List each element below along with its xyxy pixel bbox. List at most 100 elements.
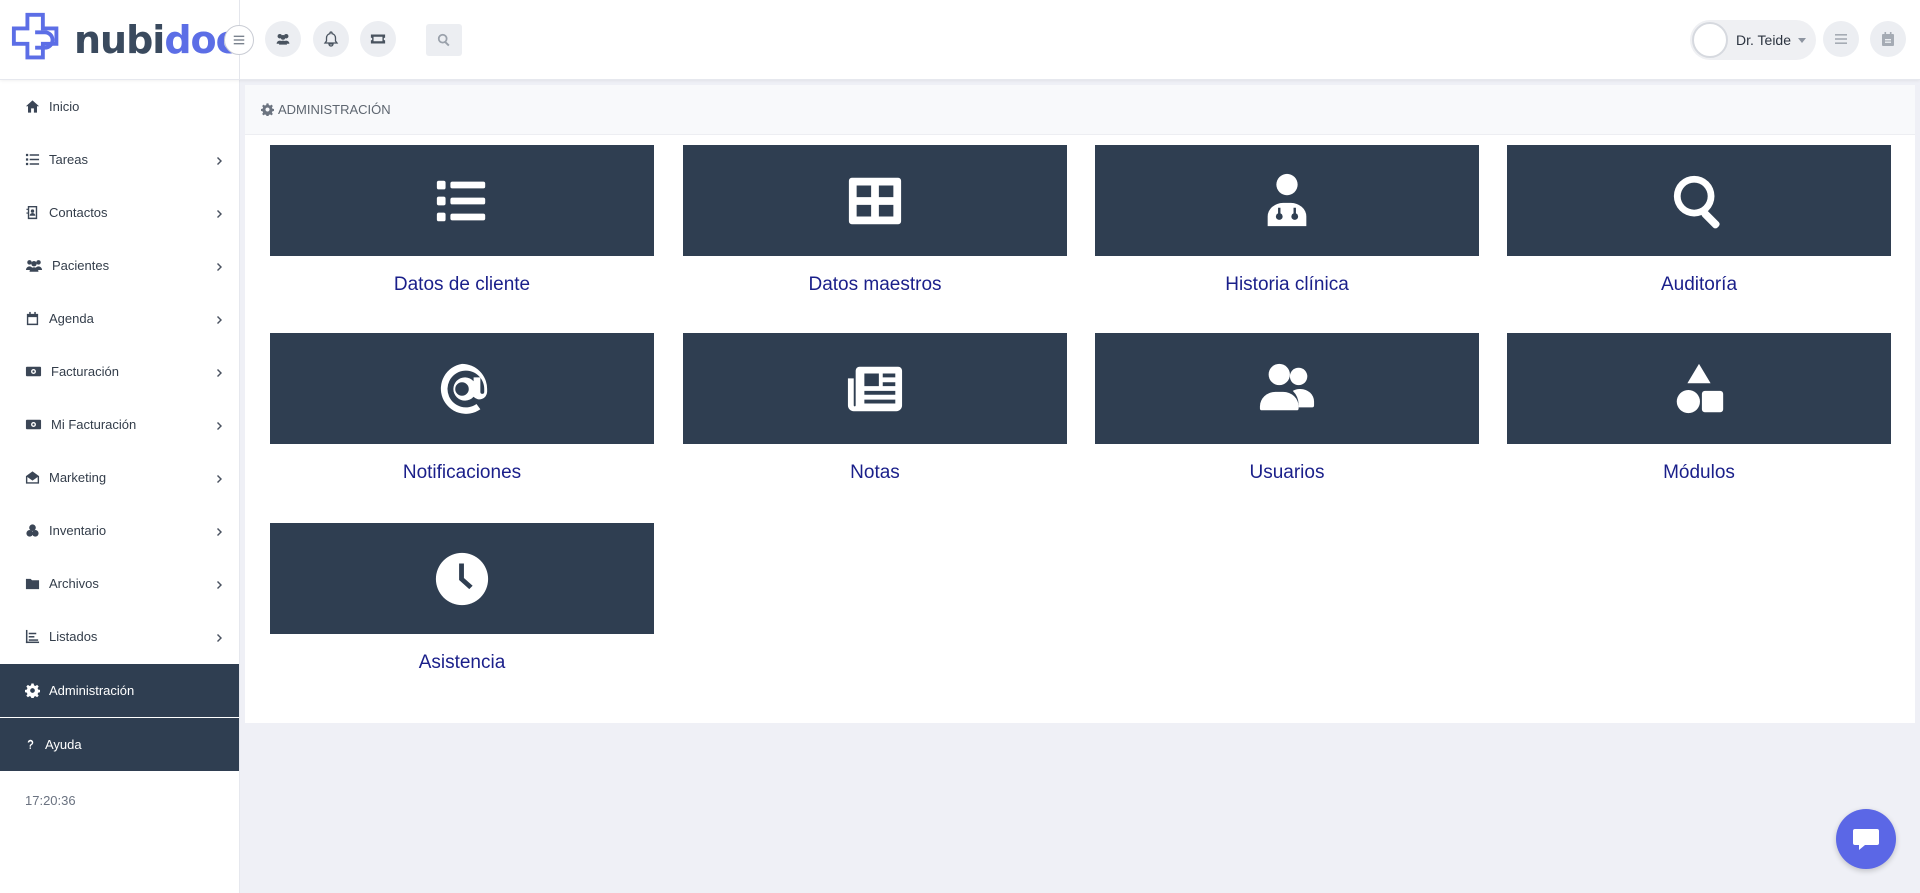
- sidebar-item-label: Tareas: [49, 152, 89, 167]
- tile-notificaciones[interactable]: Notificaciones: [270, 333, 654, 484]
- list-menu-button[interactable]: [1823, 21, 1859, 57]
- chevron-right-icon: [215, 260, 225, 271]
- calendar-icon: [1882, 32, 1894, 46]
- chat-icon: [1853, 829, 1879, 850]
- chevron-right-icon: [215, 472, 225, 483]
- tile-notas[interactable]: Notas: [683, 333, 1067, 484]
- chat-button[interactable]: [1836, 809, 1896, 869]
- user-menu[interactable]: Dr. Teide: [1690, 20, 1816, 60]
- tile-historia-clinica[interactable]: Historia clínica: [1095, 145, 1479, 296]
- tile-icon-box: [1507, 145, 1891, 256]
- sidebar-item-contactos[interactable]: Contactos: [0, 186, 239, 239]
- tickets-button[interactable]: [360, 21, 396, 57]
- at-icon: [440, 363, 488, 414]
- sidebar-item-label: Listados: [49, 629, 98, 644]
- users-icon: [276, 33, 290, 45]
- sidebar: Inicio Tareas Contactos Pacientes Agenda…: [0, 80, 240, 893]
- table-icon: [848, 177, 902, 224]
- tile-datos-maestros[interactable]: Datos maestros: [683, 145, 1067, 296]
- list-icon: [436, 180, 486, 221]
- tile-icon-box: [1507, 333, 1891, 444]
- tile-icon-box: [683, 145, 1067, 256]
- chart-icon: [25, 629, 40, 644]
- sidebar-item-listados[interactable]: Listados: [0, 610, 239, 663]
- sidebar-item-label: Administración: [49, 683, 135, 698]
- breadcrumb-label: ADMINISTRACIÓN: [278, 102, 391, 117]
- sidebar-item-label: Mi Facturación: [51, 417, 137, 432]
- search-icon: [1673, 175, 1720, 228]
- tile-label: Notas: [850, 462, 900, 483]
- boxes-icon: [26, 524, 39, 537]
- address-book-icon: [26, 205, 38, 220]
- chevron-right-icon: [215, 578, 225, 589]
- chevron-right-icon: [215, 419, 225, 430]
- sidebar-item-mi-facturacion[interactable]: Mi Facturación: [0, 398, 239, 451]
- sidebar-item-label: Facturación: [51, 364, 119, 379]
- top-bar: nubidoc Dr. Teide: [0, 0, 1920, 80]
- tile-auditoria[interactable]: Auditoría: [1507, 145, 1891, 296]
- search-icon: [437, 33, 450, 47]
- sidebar-item-inicio[interactable]: Inicio: [0, 80, 239, 133]
- logo[interactable]: nubidoc: [10, 8, 240, 72]
- sidebar-item-marketing[interactable]: Marketing: [0, 451, 239, 504]
- sidebar-item-agenda[interactable]: Agenda: [0, 292, 239, 345]
- tile-label: Usuarios: [1249, 462, 1325, 483]
- tile-label: Módulos: [1663, 462, 1735, 483]
- money-icon: [25, 366, 42, 377]
- notifications-button[interactable]: [313, 21, 349, 57]
- sidebar-item-inventario[interactable]: Inventario: [0, 504, 239, 557]
- chevron-right-icon: [215, 366, 225, 377]
- menu-toggle-button[interactable]: [224, 25, 254, 55]
- users-button[interactable]: [265, 21, 301, 57]
- tile-label: Notificaciones: [402, 462, 522, 483]
- tile-label: Auditoría: [1660, 274, 1738, 295]
- tile-usuarios[interactable]: Usuarios: [1095, 333, 1479, 484]
- avatar: [1692, 22, 1728, 58]
- list-icon: [25, 153, 40, 166]
- sidebar-item-facturacion[interactable]: Facturación: [0, 345, 239, 398]
- tile-icon-box: [683, 333, 1067, 444]
- tile-icon-box: [1095, 145, 1479, 256]
- users-icon: [1259, 363, 1315, 410]
- chevron-right-icon: [215, 313, 225, 324]
- shapes-icon: [1676, 363, 1724, 413]
- tile-icon-box: [270, 333, 654, 444]
- sidebar-item-label: Agenda: [49, 311, 94, 326]
- logo-cross-icon: [11, 12, 59, 60]
- chevron-right-icon: [215, 631, 225, 642]
- folder-icon: [25, 578, 40, 590]
- tile-icon-box: [270, 145, 654, 256]
- question-icon: [27, 739, 34, 749]
- home-icon: [25, 100, 40, 113]
- sidebar-item-label: Marketing: [49, 470, 107, 485]
- calendar-button[interactable]: [1870, 21, 1906, 57]
- tile-modulos[interactable]: Módulos: [1507, 333, 1891, 484]
- chevron-right-icon: [215, 154, 225, 165]
- clock: 17:20:36: [25, 793, 76, 808]
- bell-icon: [323, 31, 339, 47]
- sidebar-item-ayuda[interactable]: Ayuda: [0, 718, 239, 771]
- sidebar-item-pacientes[interactable]: Pacientes: [0, 239, 239, 292]
- user-name: Dr. Teide: [1736, 32, 1791, 48]
- sidebar-item-label: Inventario: [49, 523, 107, 538]
- tile-asistencia[interactable]: Asistencia: [270, 523, 654, 674]
- caret-down-icon: [1798, 37, 1806, 43]
- gear-icon: [261, 103, 274, 116]
- money-icon: [25, 419, 42, 430]
- sidebar-item-archivos[interactable]: Archivos: [0, 557, 239, 610]
- sidebar-item-label: Pacientes: [52, 258, 110, 273]
- calendar-icon: [26, 311, 39, 326]
- ticket-icon: [370, 34, 386, 44]
- sidebar-item-tareas[interactable]: Tareas: [0, 133, 239, 186]
- hamburger-icon: [233, 35, 245, 45]
- tile-icon-box: [1095, 333, 1479, 444]
- sidebar-item-label: Inicio: [49, 99, 80, 114]
- tile-datos-de-cliente[interactable]: Datos de cliente: [270, 145, 654, 296]
- breadcrumb: ADMINISTRACIÓN: [245, 85, 1915, 135]
- search-button[interactable]: [426, 24, 462, 56]
- tile-label: Asistencia: [418, 652, 506, 673]
- chevron-right-icon: [215, 525, 225, 536]
- sidebar-item-administracion[interactable]: Administración: [0, 664, 239, 717]
- sidebar-item-label: Archivos: [49, 576, 99, 591]
- sidebar-item-label: Ayuda: [45, 737, 82, 752]
